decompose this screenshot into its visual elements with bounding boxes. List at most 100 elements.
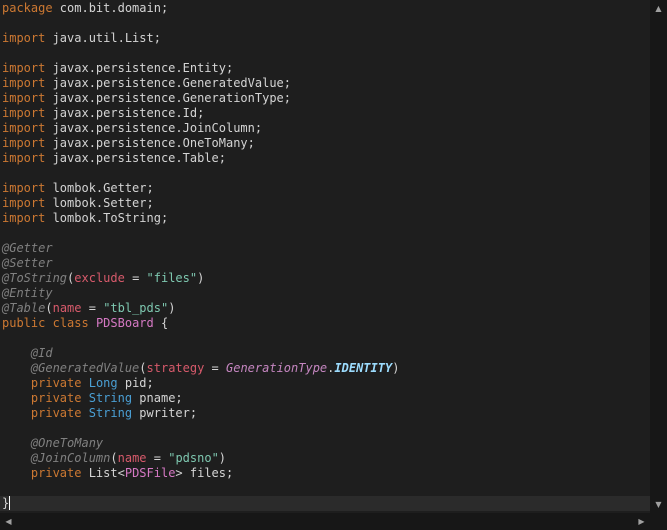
code-line[interactable]: private String pname; — [2, 391, 650, 406]
code-token-plain: javax.persistence.Id; — [45, 106, 205, 120]
code-token-plain: lombok.Setter; — [45, 196, 154, 210]
code-token-annotation: @OneToMany — [30, 436, 104, 450]
code-line[interactable] — [2, 226, 650, 241]
code-line[interactable]: import javax.persistence.Entity; — [2, 61, 650, 76]
code-line[interactable] — [2, 421, 650, 436]
code-token-annotation: @Id — [30, 346, 53, 360]
code-line[interactable]: import javax.persistence.GeneratedValue; — [2, 76, 650, 91]
code-token-keyword: import — [2, 121, 46, 135]
code-token-constant: IDENTITY — [334, 361, 393, 375]
code-token-keyword: private — [30, 391, 82, 405]
code-token-type: String — [88, 391, 133, 405]
code-token-keyword: import — [2, 76, 46, 90]
code-token-annotation: @Entity — [2, 286, 53, 300]
code-line[interactable]: import javax.persistence.Table; — [2, 151, 650, 166]
code-token-plain: javax.persistence.GeneratedValue; — [45, 76, 291, 90]
code-token-plain: ) — [197, 271, 205, 285]
code-line[interactable] — [2, 46, 650, 61]
code-line[interactable] — [2, 16, 650, 31]
code-token-keyword: public — [2, 316, 46, 330]
code-line[interactable]: @JoinColumn(name = "pdsno") — [2, 451, 650, 466]
code-editor[interactable]: package com.bit.domain; import java.util.… — [0, 0, 650, 513]
code-line[interactable]: private List<PDSFile> files; — [2, 466, 650, 481]
code-line[interactable]: @Setter — [2, 256, 650, 271]
code-line[interactable]: import lombok.ToString; — [2, 211, 650, 226]
code-line[interactable] — [2, 331, 650, 346]
code-token-plain: List< — [81, 466, 125, 480]
code-line[interactable]: import javax.persistence.Id; — [2, 106, 650, 121]
code-line[interactable]: @Entity — [2, 286, 650, 301]
code-token-keyword: import — [2, 61, 46, 75]
code-token-param: name — [52, 301, 82, 315]
code-line[interactable]: } — [0, 496, 650, 511]
code-token-generic: GenerationType — [226, 361, 328, 375]
code-token-keyword: import — [2, 181, 46, 195]
code-token-class-decl: PDSFile — [124, 466, 176, 480]
code-line[interactable]: @GeneratedValue(strategy = GenerationTyp… — [2, 361, 650, 376]
code-token-plain: = — [204, 361, 226, 375]
code-line[interactable]: import javax.persistence.JoinColumn; — [2, 121, 650, 136]
code-token-keyword: import — [2, 106, 46, 120]
scroll-up-icon[interactable]: ▲ — [650, 0, 667, 17]
code-line[interactable]: public class PDSBoard { — [2, 316, 650, 331]
code-token-keyword: package — [2, 1, 53, 15]
code-token-plain: ( — [45, 301, 53, 315]
code-token-plain: javax.persistence.GenerationType; — [45, 91, 291, 105]
scroll-right-icon[interactable]: ▶ — [633, 513, 650, 530]
code-token-keyword: import — [2, 136, 46, 150]
code-token-plain: lombok.ToString; — [45, 211, 169, 225]
code-area[interactable]: package com.bit.domain; import java.util.… — [0, 1, 650, 513]
code-token-plain: javax.persistence.JoinColumn; — [45, 121, 263, 135]
code-line[interactable]: import lombok.Setter; — [2, 196, 650, 211]
code-token-plain: pname; — [132, 391, 183, 405]
code-token-annotation: @Setter — [2, 256, 53, 270]
code-token-string: "pdsno" — [168, 451, 219, 465]
code-token-annotation: @JoinColumn — [30, 451, 111, 465]
code-line[interactable] — [2, 481, 650, 496]
code-line[interactable] — [2, 166, 650, 181]
code-token-annotation: @Getter — [2, 241, 53, 255]
code-line[interactable]: private Long pid; — [2, 376, 650, 391]
code-line[interactable]: import javax.persistence.GenerationType; — [2, 91, 650, 106]
code-token-plain: > files; — [175, 466, 234, 480]
code-token-plain: ( — [139, 361, 147, 375]
code-token-plain: javax.persistence.Entity; — [45, 61, 234, 75]
code-line[interactable]: @ToString(exclude = "files") — [2, 271, 650, 286]
code-line[interactable]: package com.bit.domain; — [2, 1, 650, 16]
code-line[interactable]: import java.util.List; — [2, 31, 650, 46]
scroll-left-icon[interactable]: ◀ — [0, 513, 17, 530]
code-token-param: exclude — [74, 271, 125, 285]
text-cursor — [9, 496, 11, 510]
vertical-scrollbar[interactable]: ▲ ▼ — [650, 0, 667, 513]
code-token-annotation: @ToString — [2, 271, 68, 285]
code-token-plain: lombok.Getter; — [45, 181, 154, 195]
code-line[interactable]: @Getter — [2, 241, 650, 256]
code-token-plain: pwriter; — [132, 406, 198, 420]
scroll-down-icon[interactable]: ▼ — [650, 496, 667, 513]
code-line[interactable]: import lombok.Getter; — [2, 181, 650, 196]
code-line[interactable]: @Table(name = "tbl_pds") — [2, 301, 650, 316]
code-token-plain: ( — [110, 451, 118, 465]
code-token-plain: com.bit.domain; — [52, 1, 169, 15]
code-token-keyword: private — [30, 406, 82, 420]
code-token-keyword: import — [2, 151, 46, 165]
code-token-string: "files" — [146, 271, 198, 285]
code-line[interactable]: import javax.persistence.OneToMany; — [2, 136, 650, 151]
code-line[interactable]: @Id — [2, 346, 650, 361]
code-token-plain: java.util.List; — [45, 31, 161, 45]
code-token-annotation: @GeneratedValue — [30, 361, 140, 375]
code-line[interactable]: @OneToMany — [2, 436, 650, 451]
code-line[interactable]: private String pwriter; — [2, 406, 650, 421]
code-token-string: "tbl_pds" — [103, 301, 169, 315]
scrollbar-corner — [650, 513, 667, 530]
horizontal-scrollbar[interactable]: ◀ ▶ — [0, 513, 650, 530]
code-token-keyword: import — [2, 91, 46, 105]
